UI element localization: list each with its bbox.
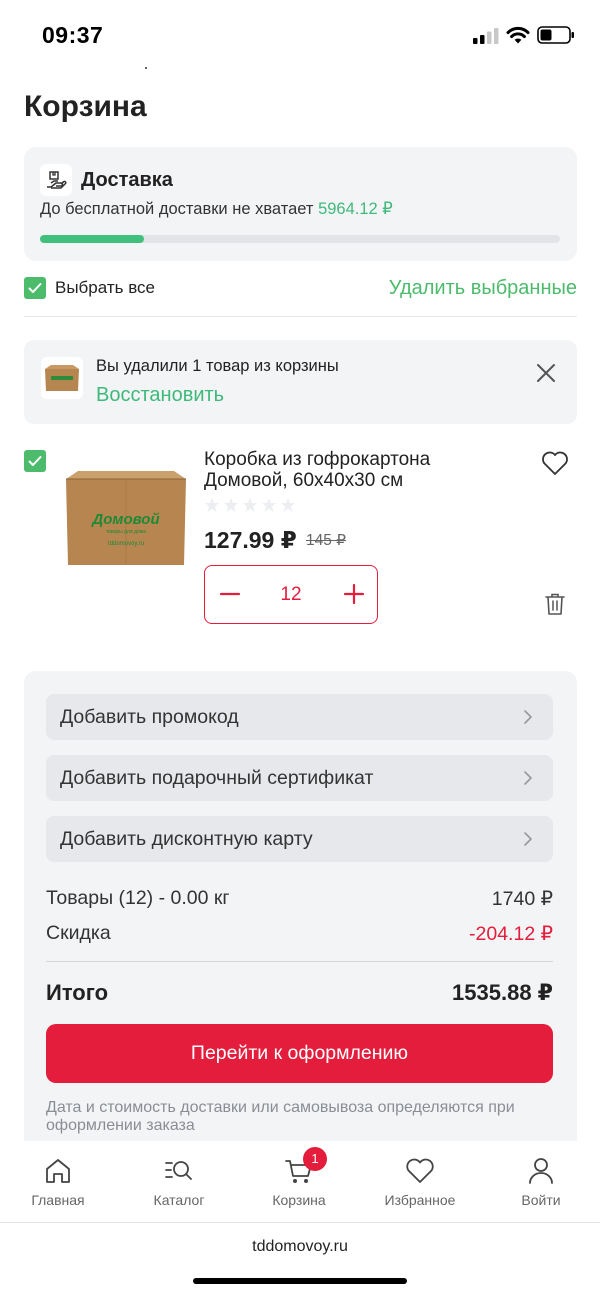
chevron-right-icon bbox=[524, 710, 532, 724]
cart-badge: 1 bbox=[303, 1147, 327, 1171]
checkmark-icon bbox=[28, 456, 42, 466]
delivery-card: Доставка До бесплатной доставки не хвата… bbox=[24, 147, 577, 261]
summary-divider bbox=[46, 961, 553, 962]
tab-cart[interactable]: 1 Корзина bbox=[249, 1147, 349, 1208]
tab-catalog[interactable]: Каталог bbox=[129, 1155, 229, 1208]
status-time: 09:37 bbox=[42, 22, 104, 48]
trash-icon[interactable] bbox=[544, 592, 566, 616]
free-delivery-text: До бесплатной доставки не хватает bbox=[40, 200, 314, 218]
catalog-search-icon bbox=[165, 1161, 192, 1180]
discount-label: Скидка bbox=[46, 922, 111, 944]
rating-star-icon bbox=[262, 498, 276, 512]
rating-star-icon bbox=[281, 498, 295, 512]
favorite-heart-icon[interactable] bbox=[541, 450, 569, 476]
product-image[interactable]: Домовой товары для дома tddomovoy.ru bbox=[62, 463, 190, 573]
total-row: Итого 1535.88 ₽ bbox=[46, 980, 553, 1006]
home-icon bbox=[46, 1159, 70, 1183]
product-image-tagline: товары для дома bbox=[106, 529, 146, 535]
goods-row: Товары (12) - 0.00 кг 1740 ₽ bbox=[46, 887, 553, 910]
decrease-quantity-button[interactable] bbox=[219, 583, 241, 605]
removed-item-message: Вы удалили 1 товар из корзины bbox=[96, 357, 339, 375]
tab-favorites[interactable]: Избранное bbox=[370, 1155, 470, 1208]
product-old-price: 145 ₽ bbox=[306, 532, 347, 549]
checkmark-icon bbox=[28, 283, 42, 293]
tab-label: Избранное bbox=[384, 1192, 456, 1208]
delivery-box-icon bbox=[40, 164, 72, 196]
option-label: Добавить промокод bbox=[60, 706, 239, 728]
tab-login[interactable]: Войти bbox=[491, 1155, 591, 1208]
chevron-right-icon bbox=[524, 771, 532, 785]
cellular-signal-icon bbox=[473, 28, 499, 44]
discount-row: Скидка -204.12 ₽ bbox=[46, 922, 553, 945]
option-label: Добавить подарочный сертификат bbox=[60, 767, 374, 789]
browser-url[interactable]: tddomovoy.ru bbox=[0, 1238, 600, 1256]
divider bbox=[24, 316, 577, 317]
rating-star-icon bbox=[243, 498, 257, 512]
rating-star-icon bbox=[224, 498, 238, 512]
status-bar: 09:37 bbox=[0, 0, 600, 70]
product-image-brand: Домовой bbox=[90, 511, 159, 528]
total-value: 1535.88 ₽ bbox=[452, 980, 553, 1005]
rating-star-icon bbox=[205, 498, 219, 512]
delivery-progress-fill bbox=[40, 235, 144, 243]
delivery-progress-bar bbox=[40, 235, 560, 243]
free-delivery-remaining: До бесплатной доставки не хватает 5964.1… bbox=[40, 199, 393, 219]
increase-quantity-button[interactable] bbox=[343, 583, 365, 605]
select-all-label: Выбрать все bbox=[55, 278, 155, 297]
heart-icon bbox=[406, 1158, 434, 1183]
product-rating bbox=[204, 497, 296, 513]
checkout-button[interactable]: Перейти к оформлению bbox=[46, 1024, 553, 1083]
wifi-icon bbox=[506, 26, 530, 44]
add-discount-card-button[interactable]: Добавить дисконтную карту bbox=[46, 816, 553, 862]
discount-value: -204.12 ₽ bbox=[469, 923, 553, 945]
product-image-site: tddomovoy.ru bbox=[108, 541, 144, 547]
goods-label: Товары (12) - 0.00 кг bbox=[46, 887, 230, 909]
tab-label: Войти bbox=[521, 1192, 561, 1208]
quantity-value[interactable]: 12 bbox=[265, 584, 317, 606]
user-icon bbox=[529, 1158, 553, 1184]
goods-value: 1740 ₽ bbox=[491, 888, 553, 910]
delivery-note: Дата и стоимость доставки или самовывоза… bbox=[46, 1099, 515, 1134]
tab-home[interactable]: Главная bbox=[8, 1155, 108, 1208]
free-delivery-amount: 5964.12 ₽ bbox=[318, 200, 393, 218]
add-gift-certificate-button[interactable]: Добавить подарочный сертификат bbox=[46, 755, 553, 801]
total-label: Итого bbox=[46, 980, 109, 1005]
delete-selected-button[interactable]: Удалить выбранные bbox=[389, 277, 577, 300]
add-promocode-button[interactable]: Добавить промокод bbox=[46, 694, 553, 740]
product-name[interactable]: Коробка из гофрокартона Домовой, 60х40х3… bbox=[204, 449, 514, 491]
select-all-checkbox[interactable] bbox=[24, 277, 46, 299]
restore-button[interactable]: Восстановить bbox=[96, 384, 224, 407]
removed-item-notice: Вы удалили 1 товар из корзины Восстанови… bbox=[24, 340, 577, 424]
option-label: Добавить дисконтную карту bbox=[60, 828, 313, 850]
battery-icon bbox=[537, 26, 574, 44]
product-checkbox[interactable] bbox=[24, 450, 46, 472]
removed-item-thumbnail bbox=[41, 357, 83, 399]
tab-label: Главная bbox=[31, 1192, 85, 1208]
bottom-tab-bar: Главная Каталог 1 Корзина Избранное Войт… bbox=[0, 1141, 600, 1223]
page-title: Корзина bbox=[24, 90, 147, 123]
tab-label: Каталог bbox=[153, 1192, 205, 1208]
close-icon[interactable] bbox=[535, 362, 557, 384]
order-summary: Добавить промокод Добавить подарочный се… bbox=[24, 671, 577, 1141]
product-price: 127.99 ₽ bbox=[204, 527, 297, 553]
delivery-title: Доставка bbox=[81, 169, 173, 191]
home-indicator[interactable] bbox=[193, 1278, 407, 1284]
chevron-right-icon bbox=[524, 832, 532, 846]
scroll-dot bbox=[145, 67, 147, 69]
select-all-toggle[interactable]: Выбрать все bbox=[24, 277, 155, 299]
quantity-stepper: 12 bbox=[204, 565, 378, 624]
tab-label: Корзина bbox=[272, 1192, 326, 1208]
